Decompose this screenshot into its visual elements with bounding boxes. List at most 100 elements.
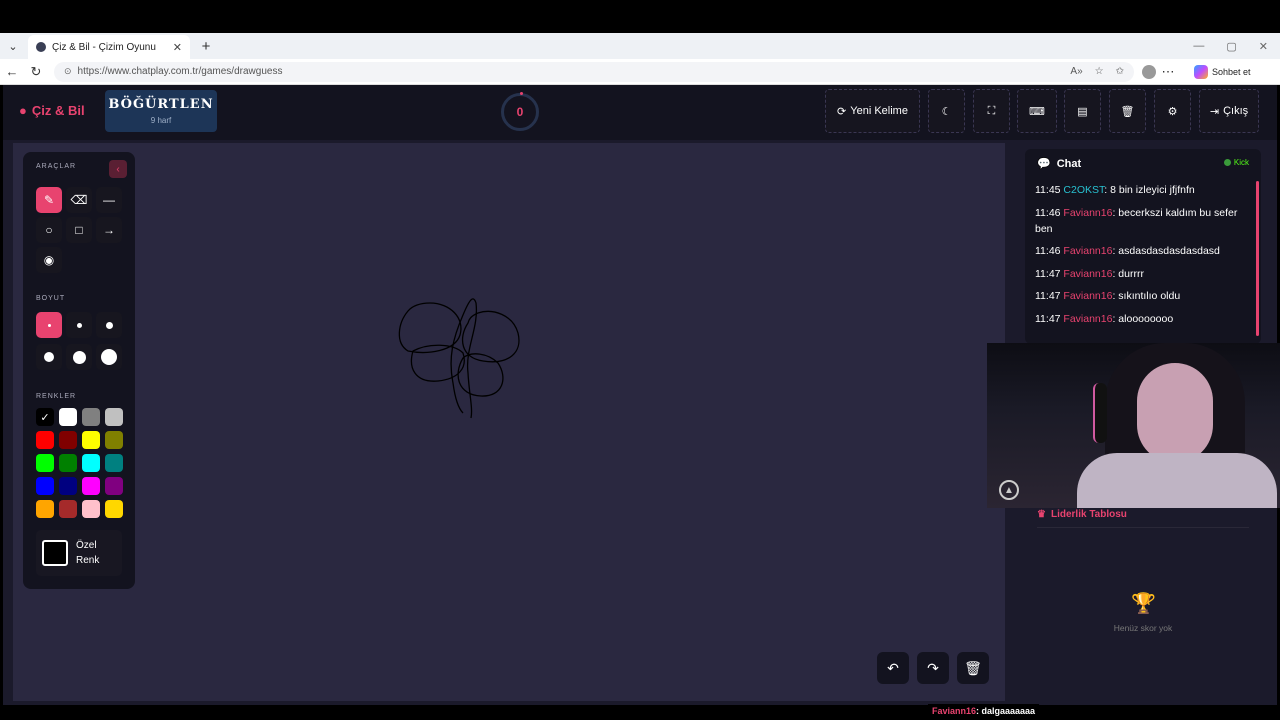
close-window-icon[interactable]: ✕ (1259, 40, 1268, 53)
color-swatch[interactable] (59, 477, 77, 495)
rectangle-tool[interactable]: □ (66, 217, 92, 243)
color-swatch[interactable] (105, 454, 123, 472)
color-swatch[interactable] (105, 408, 123, 426)
undo-button[interactable]: ↶ (877, 652, 909, 684)
logout-button[interactable]: ⇥ Çıkış (1199, 89, 1259, 133)
chat-scrollbar[interactable] (1256, 181, 1259, 336)
color-swatch[interactable] (36, 431, 54, 449)
settings-button[interactable]: ⚙ (1154, 89, 1191, 133)
new-word-label: Yeni Kelime (850, 105, 908, 117)
color-swatch[interactable] (82, 454, 100, 472)
color-swatch[interactable] (82, 431, 100, 449)
palette-icon: ● (19, 103, 27, 118)
more-menu-icon[interactable]: ⋯ (1156, 64, 1180, 80)
message-text: : 8 bin izleyici jfjfnfn (1104, 184, 1195, 196)
message-user[interactable]: C2OKST (1063, 184, 1104, 196)
drawing-canvas[interactable] (13, 143, 1005, 701)
chat-message: 11:47 Faviann16: durrrr (1035, 266, 1249, 282)
size-4[interactable] (36, 344, 62, 370)
new-tab-plus-icon[interactable]: + (194, 38, 218, 55)
chat-message: 11:47 Faviann16: aloooooooo (1035, 311, 1249, 327)
circle-tool[interactable]: ○ (36, 217, 62, 243)
url-field[interactable]: ⊙ https://www.chatplay.com.tr/games/draw… (54, 61, 1134, 82)
size-6[interactable] (96, 344, 122, 370)
clear-canvas-button[interactable]: 🗑 (957, 652, 989, 684)
favorites-icon[interactable]: ✩ (1116, 66, 1124, 77)
size-2[interactable] (66, 312, 92, 338)
dark-mode-button[interactable]: ☾ (928, 89, 965, 133)
eraser-tool[interactable]: ⌫ (66, 187, 92, 213)
custom-color-button[interactable]: Özel Renk (36, 530, 122, 576)
color-swatch[interactable]: ✓ (36, 408, 54, 426)
divider (1037, 527, 1249, 528)
favorite-star-icon[interactable]: ☆ (1095, 66, 1104, 77)
url-text: https://www.chatplay.com.tr/games/drawgu… (77, 66, 283, 77)
expand-icon: ⛶ (987, 104, 996, 117)
platform-badge: Kick (1223, 158, 1249, 167)
archive-icon: ▤ (1077, 105, 1088, 118)
color-swatch[interactable] (82, 477, 100, 495)
back-arrow-icon[interactable]: ← (0, 64, 24, 79)
color-swatch[interactable] (59, 408, 77, 426)
close-tab-icon[interactable]: ✕ (173, 41, 182, 54)
line-tool[interactable]: — (96, 187, 122, 213)
new-word-button[interactable]: ⟳ Yeni Kelime (825, 89, 920, 133)
message-user[interactable]: Faviann16 (1063, 290, 1112, 302)
collapse-panel-button[interactable]: ‹ (109, 160, 127, 178)
line-icon: — (103, 193, 115, 207)
size-dot-icon (76, 322, 82, 328)
keyboard-icon: ⌨ (1029, 105, 1045, 118)
minimize-icon[interactable]: — (1193, 40, 1204, 53)
platform-label: Kick (1233, 158, 1249, 167)
chat-message: 11:46 Faviann16: becerkszi kaldım bu sef… (1035, 205, 1249, 237)
reload-icon[interactable]: ↻ (24, 64, 48, 80)
status-dot-icon (1223, 159, 1231, 166)
arrow-tool[interactable]: → (96, 217, 122, 243)
brush-tool[interactable]: ✎ (36, 187, 62, 213)
clear-button[interactable]: 🗑 (1109, 89, 1146, 133)
game-header: ● Çiz & Bil BÖĞÜRTLEN 9 harf 0 ⟳ Yeni Ke… (3, 85, 1277, 140)
fill-tool[interactable]: ◉ (36, 247, 62, 273)
site-info-icon[interactable]: ⊙ (64, 66, 72, 77)
trophy-icon: 🏆 (1131, 593, 1156, 615)
favicon-icon (36, 42, 46, 52)
message-text: : sıkıntılıo oldu (1112, 290, 1181, 302)
chat-message: 11:46 Faviann16: asdasdasdasdasdasd (1035, 243, 1249, 259)
chat-message: 11:47 Faviann16: sıkıntılıo oldu (1035, 288, 1249, 304)
size-1[interactable] (36, 312, 62, 338)
read-aloud-icon[interactable]: A» (1070, 66, 1082, 77)
color-swatch[interactable] (82, 408, 100, 426)
message-user[interactable]: Faviann16 (1063, 268, 1112, 280)
redo-button[interactable]: ↷ (917, 652, 949, 684)
tools-label: ARAÇLAR (36, 163, 77, 170)
message-user[interactable]: Faviann16 (1063, 207, 1112, 219)
size-5[interactable] (66, 344, 92, 370)
archive-button[interactable]: ▤ (1064, 89, 1101, 133)
browser-tab[interactable]: Çiz & Bil - Çizim Oyunu ✕ (28, 35, 190, 59)
maximize-icon[interactable]: ▢ (1226, 40, 1236, 53)
profile-avatar[interactable] (1142, 64, 1156, 79)
color-swatch[interactable] (36, 477, 54, 495)
copilot-button[interactable]: Sohbet et (1194, 64, 1251, 79)
tab-list-chevron-icon[interactable]: ⌄ (0, 33, 26, 59)
color-swatch[interactable] (36, 454, 54, 472)
message-time: 11:46 (1035, 206, 1064, 219)
keyboard-button[interactable]: ⌨ (1017, 89, 1057, 133)
message-time: 11:47 (1035, 267, 1064, 280)
color-swatch[interactable] (59, 431, 77, 449)
copilot-label: Sohbet et (1212, 66, 1251, 77)
color-swatch[interactable] (36, 500, 54, 518)
color-swatch[interactable] (105, 431, 123, 449)
color-swatch[interactable] (59, 454, 77, 472)
logo[interactable]: ● Çiz & Bil (19, 103, 85, 118)
color-swatch[interactable] (59, 500, 77, 518)
color-swatch[interactable] (105, 500, 123, 518)
color-swatch[interactable] (82, 500, 100, 518)
size-3[interactable] (96, 312, 122, 338)
fullscreen-button[interactable]: ⛶ (973, 89, 1010, 133)
message-user[interactable]: Faviann16 (1063, 245, 1112, 257)
logo-text: Çiz & Bil (31, 103, 85, 118)
message-user[interactable]: Faviann16 (1063, 313, 1112, 325)
color-swatch[interactable] (105, 477, 123, 495)
tab-title: Çiz & Bil - Çizim Oyunu (52, 41, 156, 53)
